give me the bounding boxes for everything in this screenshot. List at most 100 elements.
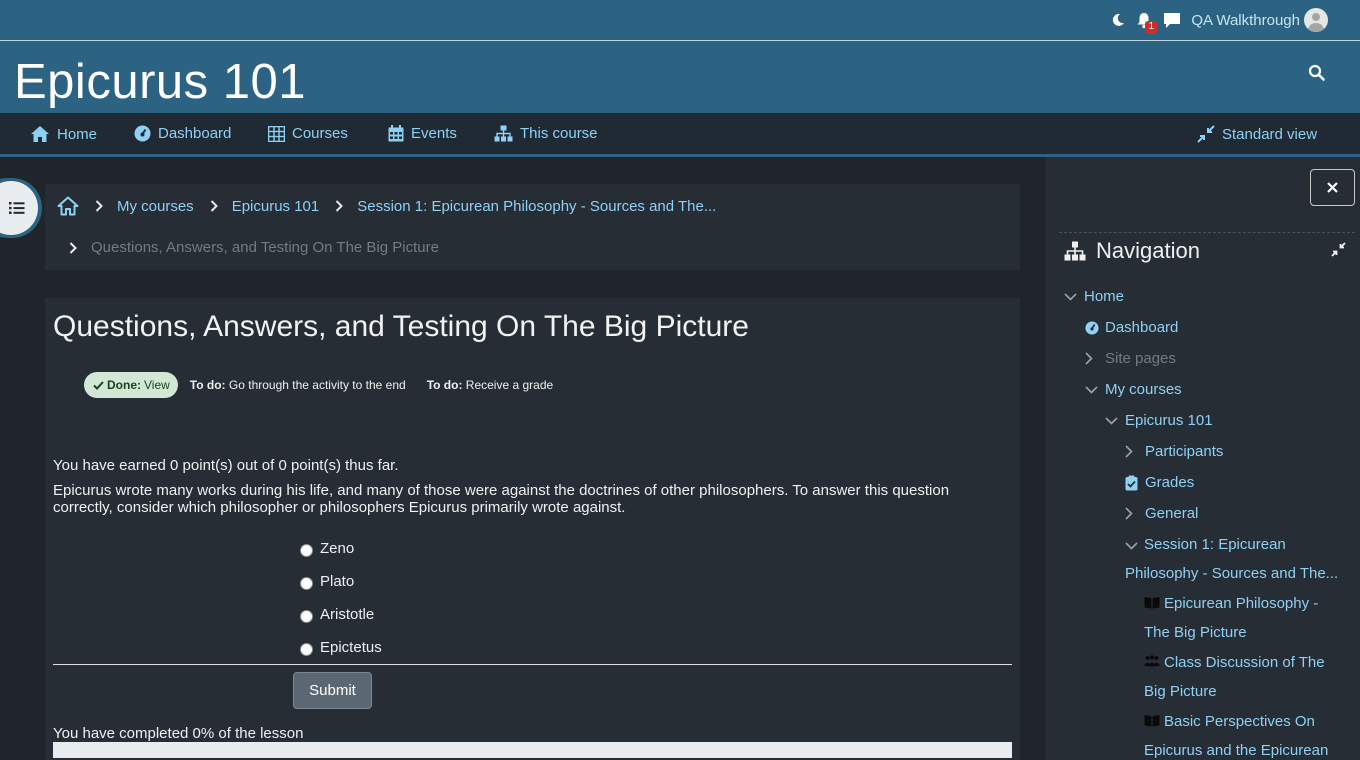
completion-info: Done: View To do: Go through the activit… (84, 372, 574, 398)
tree-item-dashboard[interactable]: Dashboard (1085, 319, 1178, 336)
course-index-toggle[interactable] (0, 178, 42, 238)
standard-view-toggle[interactable]: Standard view (1197, 125, 1317, 143)
close-icon (1327, 182, 1338, 193)
tree-item-label: Epicurus 101 (1125, 412, 1213, 429)
book-icon (1144, 709, 1160, 737)
tree-item-grades[interactable]: Grades (1125, 474, 1194, 491)
standard-view-label: Standard view (1222, 125, 1318, 143)
nav-item-courses[interactable]: Courses (268, 125, 348, 142)
tree-item-label-line1: Epicurean Philosophy - (1164, 595, 1319, 612)
search-icon[interactable] (1308, 64, 1326, 87)
chevron-down-icon (1125, 532, 1138, 560)
answer-label: Zeno (320, 540, 355, 557)
answer-option[interactable]: Epictetus (300, 631, 382, 664)
avatar[interactable] (1304, 8, 1328, 32)
navigation-title: Navigation (1096, 238, 1200, 263)
user-menu-area: 1 QA Walkthrough (1103, 7, 1328, 34)
tree-item-participants[interactable]: Participants (1125, 443, 1223, 460)
breadcrumb-home-icon[interactable] (57, 196, 79, 216)
tree-item-label: Grades (1145, 474, 1195, 491)
chat-icon[interactable] (1161, 9, 1183, 31)
chevron-down-icon (1105, 416, 1119, 425)
tree-item-site-pages[interactable]: Site pages (1085, 350, 1176, 367)
sitemap-icon (1064, 241, 1086, 261)
submit-button[interactable]: Submit (293, 672, 372, 709)
home-icon (31, 126, 49, 142)
tree-item-session[interactable]: Session 1: Epicurean Philosophy - Source… (1125, 531, 1355, 588)
done-value: View (144, 378, 170, 392)
close-drawer-button[interactable] (1310, 169, 1355, 206)
tree-item-home[interactable]: Home (1064, 288, 1124, 305)
nav-item-events[interactable]: Events (388, 125, 457, 142)
breadcrumb-item-my-courses[interactable]: My courses (117, 198, 194, 215)
breadcrumb-current: Questions, Answers, and Testing On The B… (91, 239, 439, 256)
nav-item-label: Courses (292, 125, 348, 142)
navigation-block-title: Navigation (1064, 238, 1200, 264)
tree-item-my-courses[interactable]: My courses (1085, 381, 1182, 398)
collapse-block-icon[interactable] (1331, 242, 1346, 262)
block-separator (1059, 232, 1355, 233)
chevron-right-icon (210, 200, 218, 212)
nav-item-label: Dashboard (158, 125, 232, 142)
grid-icon (268, 125, 285, 142)
radio-button[interactable] (300, 577, 313, 590)
dashboard-icon (1085, 320, 1099, 336)
nav-item-label: Home (57, 125, 98, 143)
answer-option[interactable]: Plato (300, 565, 382, 598)
chevron-down-icon (1085, 385, 1099, 394)
radio-button[interactable] (300, 643, 313, 656)
score-text: You have earned 0 point(s) out of 0 poin… (53, 457, 399, 474)
chevron-down-icon (1064, 292, 1078, 301)
book-icon (1144, 591, 1160, 619)
primary-navigation: Home Dashboard Courses Events This cours… (0, 113, 1360, 157)
answer-label: Epictetus (320, 639, 382, 656)
tree-item-label-line1: Session 1: Epicurean (1144, 536, 1286, 553)
answer-options: Zeno Plato Aristotle Epictetus (300, 532, 382, 664)
site-header: Epicurus 101 (0, 41, 1360, 113)
progress-bar (53, 742, 1012, 758)
page-title: Questions, Answers, and Testing On The B… (53, 310, 749, 343)
tree-item-label: General (1145, 505, 1199, 522)
tree-item-label: Participants (1145, 443, 1224, 460)
tree-item-label-line2: Philosophy - Sources and The... (1125, 565, 1339, 582)
radio-button[interactable] (300, 610, 313, 623)
user-name[interactable]: QA Walkthrough (1191, 12, 1300, 29)
nav-item-dashboard[interactable]: Dashboard (134, 125, 231, 142)
tree-item-general[interactable]: General (1125, 505, 1198, 522)
progress-text: You have completed 0% of the lesson (53, 725, 304, 742)
done-label: Done: (107, 378, 141, 392)
breadcrumb-row: My courses Epicurus 101 Session 1: Epicu… (57, 196, 716, 216)
todo-label: To do: (189, 378, 226, 392)
nav-item-home[interactable]: Home (30, 125, 97, 143)
nav-item-label: This course (520, 125, 598, 142)
nav-item-this-course[interactable]: This course (494, 125, 598, 142)
breadcrumb-item-session[interactable]: Session 1: Epicurean Philosophy - Source… (357, 198, 716, 215)
answer-label: Aristotle (320, 606, 375, 623)
dashboard-icon (134, 125, 151, 142)
todo-item: To do: Receive a grade (427, 378, 554, 392)
chevron-right-icon (335, 200, 344, 212)
tree-item-label-line2: Epicurus and the Epicurean (1144, 742, 1329, 759)
moon-icon[interactable] (1107, 9, 1129, 31)
done-badge: Done: View (84, 372, 178, 398)
todo-value: Receive a grade (465, 378, 554, 392)
calendar-icon (388, 125, 404, 142)
breadcrumb-row-current: Questions, Answers, and Testing On The B… (69, 239, 439, 256)
todo-value: Go through the activity to the end (228, 378, 406, 392)
tree-item-label: Home (1084, 288, 1125, 305)
breadcrumb-item-course[interactable]: Epicurus 101 (232, 198, 320, 215)
tree-item-label-line2: Big Picture (1144, 683, 1217, 700)
tree-item-activity-book-2[interactable]: Basic Perspectives On Epicurus and the E… (1144, 708, 1349, 760)
radio-button[interactable] (300, 544, 313, 557)
people-icon (1144, 650, 1160, 678)
answer-option[interactable]: Zeno (300, 532, 382, 565)
answer-option[interactable]: Aristotle (300, 598, 382, 631)
tree-item-activity-book[interactable]: Epicurean Philosophy - The Big Picture (1144, 590, 1349, 647)
site-title: Epicurus 101 (14, 55, 307, 109)
tree-item-course[interactable]: Epicurus 101 (1105, 412, 1213, 429)
tree-item-label-line1: Class Discussion of The (1164, 654, 1325, 671)
question-text: Epicurus wrote many works during his lif… (53, 482, 950, 516)
tree-item-activity-forum[interactable]: Class Discussion of The Big Picture (1144, 649, 1349, 706)
notification-button[interactable]: 1 (1133, 9, 1158, 34)
nav-item-label: Events (411, 125, 457, 142)
